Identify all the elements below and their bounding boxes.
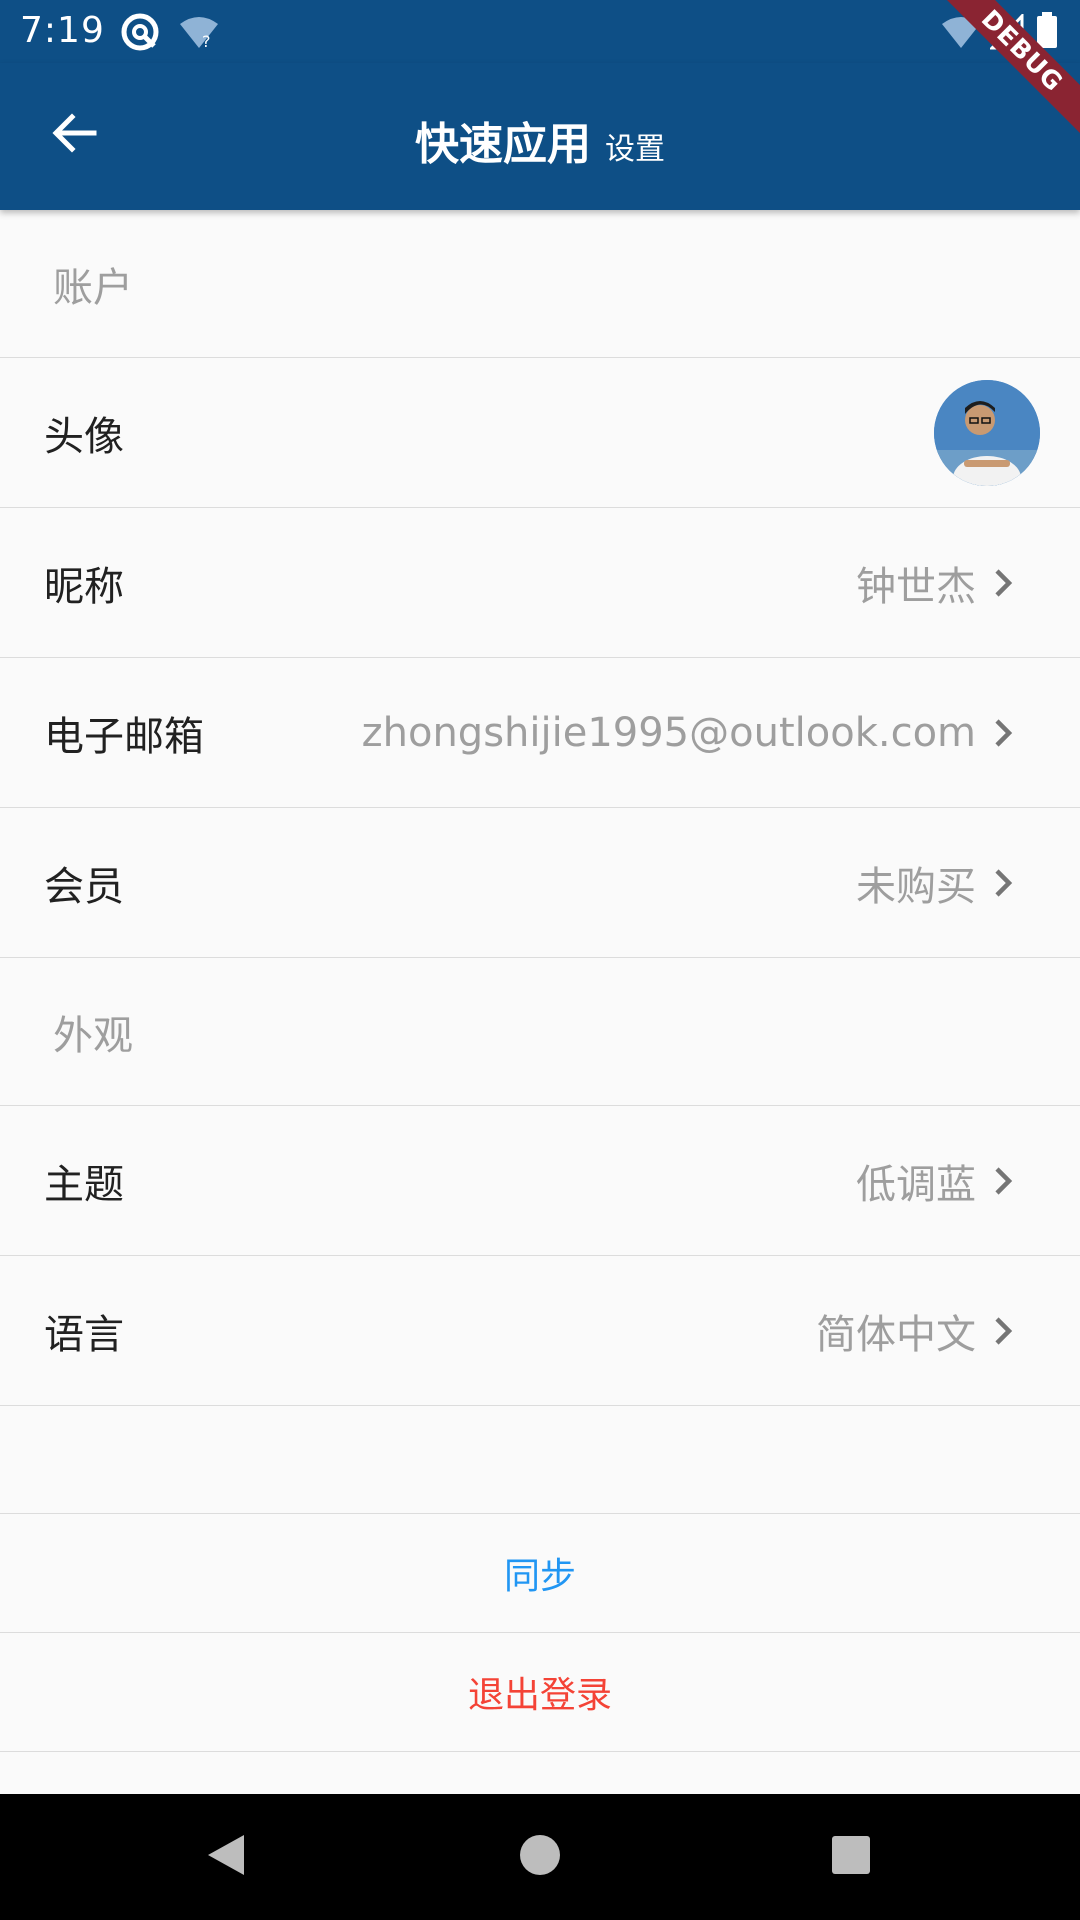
chevron-right-icon: [992, 863, 1022, 903]
section-header-appearance: 外观: [0, 958, 1080, 1106]
email-label: 电子邮箱: [44, 713, 204, 760]
list-spacer: [0, 1406, 1080, 1514]
theme-row[interactable]: 主题 低调蓝: [0, 1106, 1080, 1256]
member-row[interactable]: 会员 未购买: [0, 808, 1080, 958]
status-time: 7:19: [20, 10, 105, 51]
vpn-key-icon: [120, 12, 160, 56]
chevron-right-icon: [992, 1161, 1022, 1201]
avatar-label: 头像: [44, 413, 124, 460]
theme-value: 低调蓝: [856, 1161, 976, 1208]
nav-recents-button[interactable]: [821, 1827, 881, 1887]
app-subtitle: 设置: [605, 132, 665, 167]
language-label: 语言: [44, 1311, 124, 1358]
chevron-right-icon: [992, 563, 1022, 603]
nickname-value: 钟世杰: [856, 563, 976, 610]
nickname-label: 昵称: [44, 563, 124, 610]
chevron-right-icon: [992, 713, 1022, 753]
sync-button[interactable]: 同步: [0, 1514, 1080, 1633]
avatar-row[interactable]: 头像: [0, 358, 1080, 508]
wifi-unknown-icon: ?: [178, 14, 220, 54]
member-label: 会员: [44, 863, 124, 910]
settings-list: 账户 头像 昵称 钟世杰 电子邮箱 zhongshijie1995@outloo…: [0, 210, 1080, 1752]
triangle-back-icon: [204, 1831, 248, 1883]
app-title: 快速应用: [415, 119, 591, 170]
status-bar: 7:19 ?: [0, 0, 1080, 63]
svg-text:?: ?: [202, 32, 211, 50]
email-value: zhongshijie1995@outlook.com: [361, 709, 976, 756]
chevron-right-icon: [992, 1311, 1022, 1351]
app-bar: 快速应用 设置: [0, 63, 1080, 210]
theme-label: 主题: [44, 1161, 124, 1208]
nav-back-button[interactable]: [196, 1827, 256, 1887]
avatar[interactable]: [934, 379, 1040, 486]
logout-button[interactable]: 退出登录: [0, 1633, 1080, 1752]
page-title: 快速应用 设置: [0, 108, 1080, 172]
square-recents-icon: [830, 1834, 872, 1880]
section-header-account: 账户: [0, 210, 1080, 358]
system-nav-bar: [0, 1794, 1080, 1920]
nav-home-button[interactable]: [510, 1827, 570, 1887]
circle-home-icon: [518, 1833, 562, 1881]
email-row[interactable]: 电子邮箱 zhongshijie1995@outlook.com: [0, 658, 1080, 808]
member-value: 未购买: [856, 863, 976, 910]
language-row[interactable]: 语言 简体中文: [0, 1256, 1080, 1406]
language-value: 简体中文: [816, 1311, 976, 1358]
nickname-row[interactable]: 昵称 钟世杰: [0, 508, 1080, 658]
